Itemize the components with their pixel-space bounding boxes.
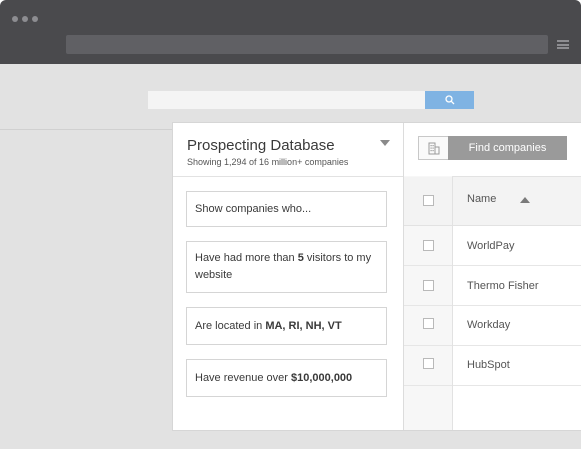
row-checkbox[interactable] <box>423 318 434 329</box>
dropdown-caret-icon[interactable] <box>380 140 390 146</box>
prospecting-panel: Prospecting Database Showing 1,294 of 16… <box>172 122 581 431</box>
company-name: WorldPay <box>467 240 515 252</box>
column-header-name[interactable]: Name <box>467 193 496 205</box>
criteria-location-text: Are located in MA, RI, NH, VT <box>195 320 342 332</box>
search-button[interactable] <box>425 91 474 109</box>
building-icon <box>428 142 439 154</box>
table-row[interactable]: Workday <box>404 306 581 346</box>
address-bar[interactable] <box>66 35 548 54</box>
page-content: Prospecting Database Showing 1,294 of 16… <box>0 64 581 449</box>
company-name: HubSpot <box>467 359 510 371</box>
panel-title: Prospecting Database <box>187 137 335 154</box>
search-icon <box>444 95 454 105</box>
row-checkbox[interactable] <box>423 358 434 369</box>
browser-window: Prospecting Database Showing 1,294 of 16… <box>0 0 581 449</box>
minimize-dot[interactable] <box>22 16 28 22</box>
table-row[interactable]: HubSpot <box>404 346 581 386</box>
table-row[interactable]: Thermo Fisher <box>404 266 581 306</box>
maximize-dot[interactable] <box>32 16 38 22</box>
criteria-intro[interactable]: Show companies who... <box>186 191 387 227</box>
results-column: Find companies Name WorldPay Thermo Fish… <box>404 123 581 430</box>
table-header: Name <box>404 177 581 226</box>
results-header: Find companies <box>404 123 581 177</box>
criteria-revenue-text: Have revenue over $10,000,000 <box>195 372 353 384</box>
criteria-visitors-text: Have had more than 5 visitors to my webs… <box>195 252 372 281</box>
browser-titlebar <box>0 0 581 64</box>
search-input[interactable] <box>148 91 425 109</box>
company-name: Workday <box>467 319 511 331</box>
company-name: Thermo Fisher <box>467 280 539 292</box>
criteria-location[interactable]: Are located in MA, RI, NH, VT <box>186 307 387 345</box>
close-dot[interactable] <box>12 16 18 22</box>
row-checkbox[interactable] <box>423 240 434 251</box>
row-checkbox[interactable] <box>423 280 434 291</box>
filter-column: Prospecting Database Showing 1,294 of 16… <box>173 123 404 430</box>
hamburger-menu-icon[interactable] <box>557 40 569 49</box>
column-divider <box>452 176 453 430</box>
window-controls <box>12 16 38 22</box>
table-row[interactable]: WorldPay <box>404 226 581 266</box>
criteria-intro-text: Show companies who... <box>195 203 312 215</box>
criteria-visitors[interactable]: Have had more than 5 visitors to my webs… <box>186 241 387 293</box>
sort-ascending-icon[interactable] <box>520 197 530 203</box>
panel-header[interactable]: Prospecting Database Showing 1,294 of 16… <box>173 123 403 177</box>
criteria-revenue[interactable]: Have revenue over $10,000,000 <box>186 359 387 397</box>
panel-subtitle: Showing 1,294 of 16 million+ companies <box>187 157 349 167</box>
select-all-checkbox[interactable] <box>423 195 434 206</box>
find-companies-button[interactable]: Find companies <box>448 136 567 160</box>
building-button[interactable] <box>418 136 448 160</box>
